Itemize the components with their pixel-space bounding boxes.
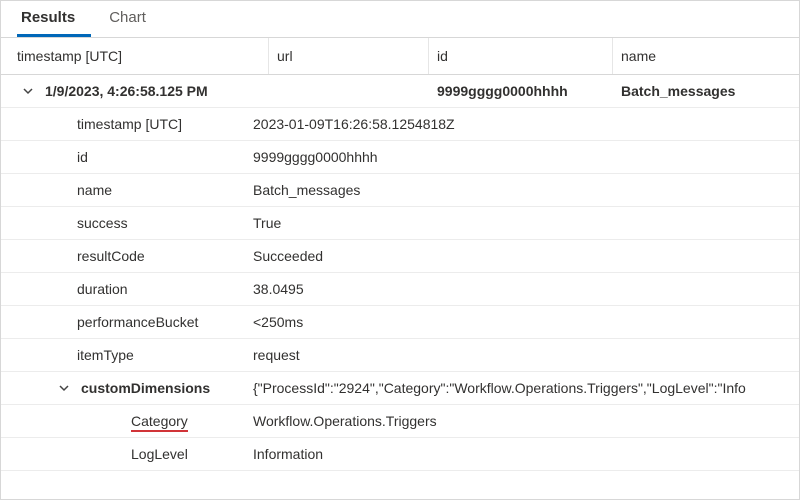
- tab-chart[interactable]: Chart: [105, 1, 162, 37]
- summary-id: 9999gggg0000hhhh: [429, 75, 613, 107]
- column-headers: timestamp [UTC] url id name: [1, 38, 799, 75]
- col-header-name[interactable]: name: [613, 38, 799, 74]
- tab-bar: Results Chart: [1, 1, 799, 38]
- chevron-down-icon[interactable]: [57, 382, 71, 394]
- detail-itemtype: itemType request: [1, 339, 799, 372]
- detail-key: duration: [1, 273, 245, 305]
- detail-key: performanceBucket: [1, 306, 245, 338]
- detail-key: name: [1, 174, 245, 206]
- cd-key: Category: [1, 405, 245, 437]
- col-header-timestamp[interactable]: timestamp [UTC]: [1, 38, 269, 74]
- detail-resultcode: resultCode Succeeded: [1, 240, 799, 273]
- summary-name: Batch_messages: [613, 75, 799, 107]
- cd-value: Workflow.Operations.Triggers: [245, 405, 799, 437]
- detail-value: request: [245, 339, 799, 371]
- col-header-url[interactable]: url: [269, 38, 429, 74]
- chevron-down-icon[interactable]: [21, 85, 35, 97]
- detail-timestamp: timestamp [UTC] 2023-01-09T16:26:58.1254…: [1, 108, 799, 141]
- detail-key: success: [1, 207, 245, 239]
- detail-performancebucket: performanceBucket <250ms: [1, 306, 799, 339]
- detail-value: <250ms: [245, 306, 799, 338]
- cd-key: LogLevel: [1, 438, 245, 470]
- summary-timestamp: 1/9/2023, 4:26:58.125 PM: [45, 83, 208, 99]
- detail-key: itemType: [1, 339, 245, 371]
- customdimensions-label: customDimensions: [81, 380, 210, 396]
- detail-key: id: [1, 141, 245, 173]
- col-header-id[interactable]: id: [429, 38, 613, 74]
- detail-value: 38.0495: [245, 273, 799, 305]
- tab-results[interactable]: Results: [17, 1, 91, 37]
- detail-name: name Batch_messages: [1, 174, 799, 207]
- detail-id: id 9999gggg0000hhhh: [1, 141, 799, 174]
- detail-success: success True: [1, 207, 799, 240]
- summary-url: [269, 83, 429, 99]
- cd-loglevel: LogLevel Information: [1, 438, 799, 471]
- cd-category-label: Category: [131, 413, 188, 432]
- result-row[interactable]: 1/9/2023, 4:26:58.125 PM 9999gggg0000hhh…: [1, 75, 799, 108]
- detail-customdimensions[interactable]: customDimensions {"ProcessId":"2924","Ca…: [1, 372, 799, 405]
- detail-key: resultCode: [1, 240, 245, 272]
- detail-key: timestamp [UTC]: [1, 108, 245, 140]
- cd-category: Category Workflow.Operations.Triggers: [1, 405, 799, 438]
- detail-value: 9999gggg0000hhhh: [245, 141, 799, 173]
- detail-value: Batch_messages: [245, 174, 799, 206]
- detail-value: Succeeded: [245, 240, 799, 272]
- detail-duration: duration 38.0495: [1, 273, 799, 306]
- detail-value: 2023-01-09T16:26:58.1254818Z: [245, 108, 799, 140]
- detail-value: True: [245, 207, 799, 239]
- customdimensions-raw: {"ProcessId":"2924","Category":"Workflow…: [245, 372, 799, 404]
- cd-value: Information: [245, 438, 799, 470]
